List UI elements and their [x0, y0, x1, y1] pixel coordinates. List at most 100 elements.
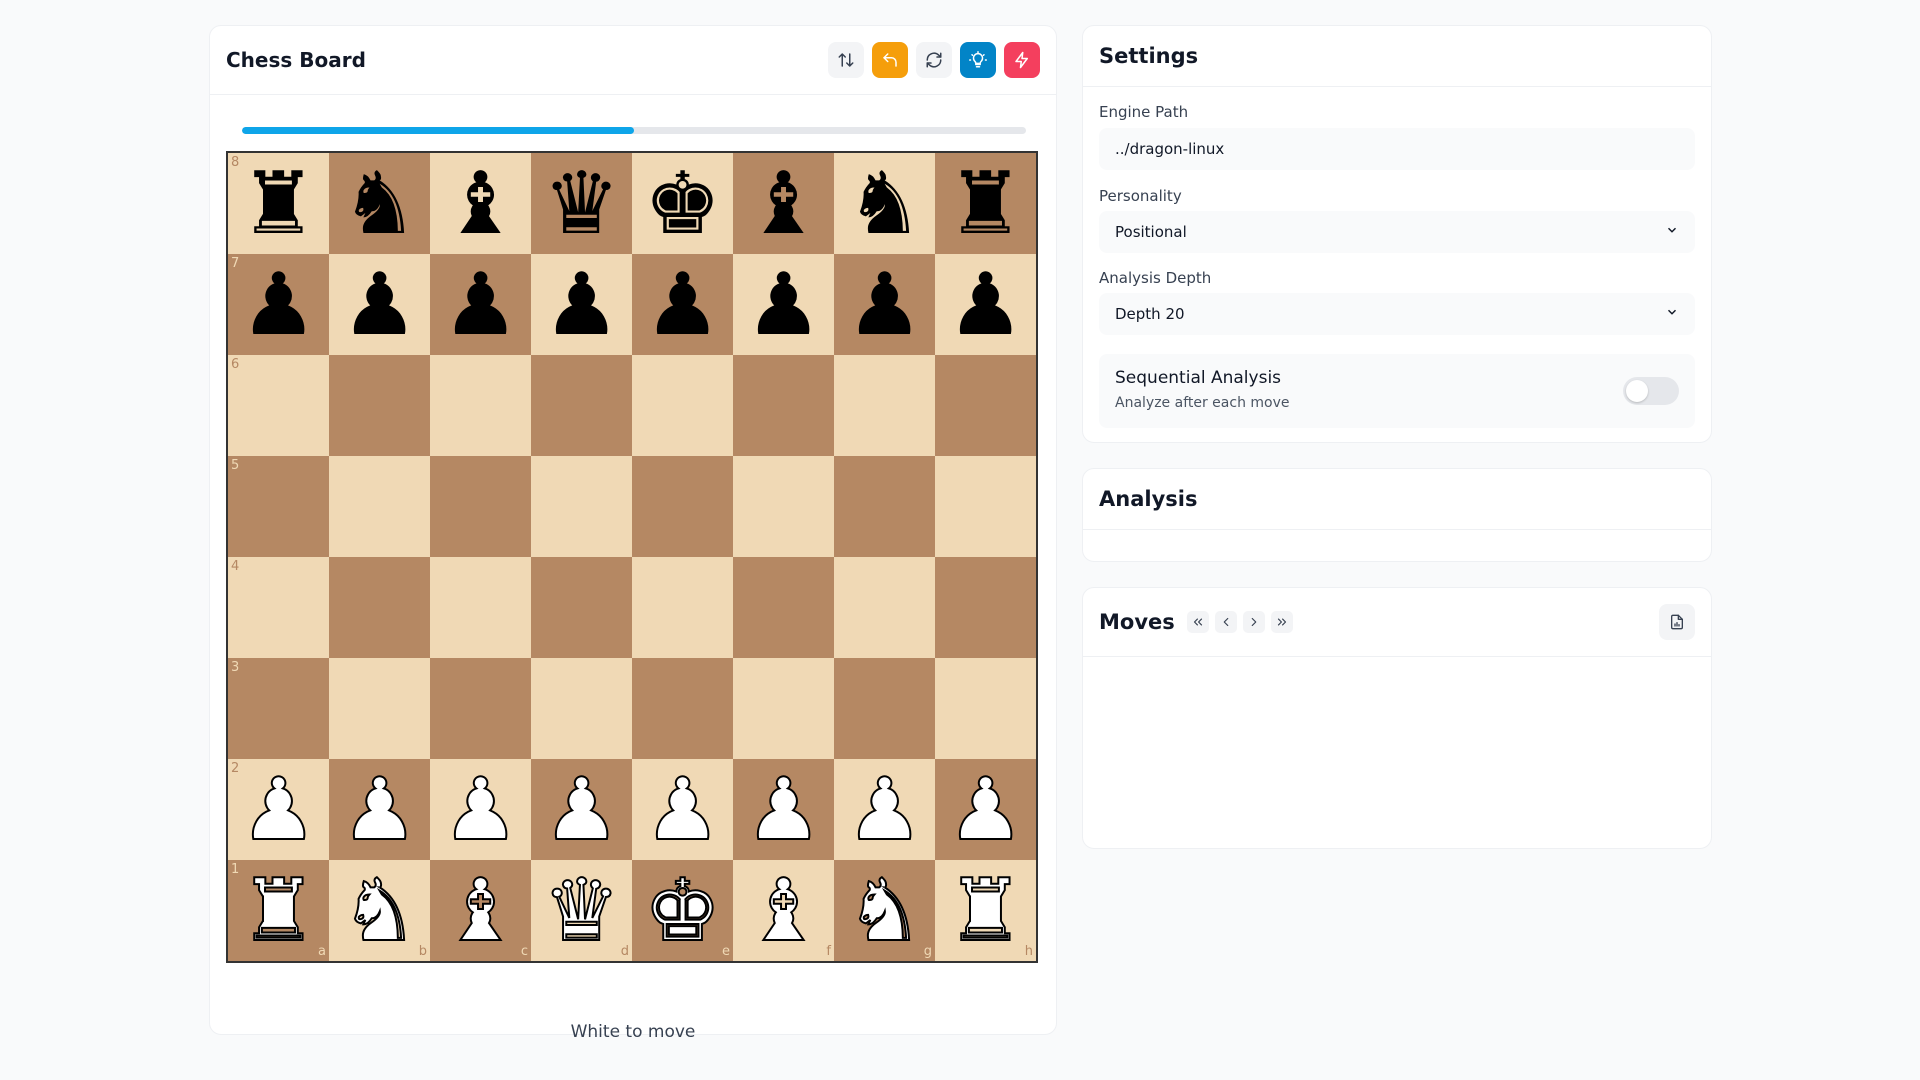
white-pawn[interactable]: ♟ [239, 766, 318, 854]
next-move-button[interactable] [1242, 611, 1265, 633]
undo-button[interactable] [872, 42, 908, 78]
square-f1[interactable]: ♝ f [733, 860, 834, 961]
square-g7[interactable]: ♟ [834, 254, 935, 355]
square-a1[interactable]: ♜ 1 a [228, 860, 329, 961]
square-b7[interactable]: ♟ [329, 254, 430, 355]
square-g3[interactable] [834, 658, 935, 759]
square-g6[interactable] [834, 355, 935, 456]
white-rook[interactable]: ♜ [946, 867, 1025, 955]
white-knight[interactable]: ♞ [340, 867, 419, 955]
square-f7[interactable]: ♟ [733, 254, 834, 355]
square-e3[interactable] [632, 658, 733, 759]
square-d1[interactable]: ♛ d [531, 860, 632, 961]
square-b3[interactable] [329, 658, 430, 759]
square-f8[interactable]: ♝ [733, 153, 834, 254]
square-d8[interactable]: ♛ [531, 153, 632, 254]
square-d6[interactable] [531, 355, 632, 456]
square-g8[interactable]: ♞ [834, 153, 935, 254]
black-queen[interactable]: ♛ [543, 161, 620, 247]
square-d5[interactable] [531, 456, 632, 557]
white-king[interactable]: ♚ [643, 867, 722, 955]
square-e6[interactable] [632, 355, 733, 456]
black-pawn[interactable]: ♟ [947, 262, 1024, 348]
square-h3[interactable] [935, 658, 1036, 759]
square-a2[interactable]: ♟ 2 [228, 759, 329, 860]
square-f3[interactable] [733, 658, 834, 759]
square-b6[interactable] [329, 355, 430, 456]
square-h7[interactable]: ♟ [935, 254, 1036, 355]
black-pawn[interactable]: ♟ [644, 262, 721, 348]
white-knight[interactable]: ♞ [845, 867, 924, 955]
square-e7[interactable]: ♟ [632, 254, 733, 355]
white-bishop[interactable]: ♝ [441, 867, 520, 955]
first-move-button[interactable] [1186, 611, 1209, 633]
square-f4[interactable] [733, 557, 834, 658]
square-c6[interactable] [430, 355, 531, 456]
square-d3[interactable] [531, 658, 632, 759]
square-a3[interactable]: 3 [228, 658, 329, 759]
white-pawn[interactable]: ♟ [441, 766, 520, 854]
square-c4[interactable] [430, 557, 531, 658]
square-b4[interactable] [329, 557, 430, 658]
square-a7[interactable]: ♟ 7 [228, 254, 329, 355]
white-pawn[interactable]: ♟ [946, 766, 1025, 854]
white-pawn[interactable]: ♟ [542, 766, 621, 854]
square-h4[interactable] [935, 557, 1036, 658]
square-b5[interactable] [329, 456, 430, 557]
square-g2[interactable]: ♟ [834, 759, 935, 860]
personality-select[interactable]: Positional [1099, 211, 1695, 253]
square-a6[interactable]: 6 [228, 355, 329, 456]
export-pgn-button[interactable] [1659, 604, 1695, 640]
black-pawn[interactable]: ♟ [543, 262, 620, 348]
square-b1[interactable]: ♞ b [329, 860, 430, 961]
square-g4[interactable] [834, 557, 935, 658]
square-a8[interactable]: ♜ 8 [228, 153, 329, 254]
last-move-button[interactable] [1270, 611, 1293, 633]
square-e8[interactable]: ♚ [632, 153, 733, 254]
white-pawn[interactable]: ♟ [845, 766, 924, 854]
square-c2[interactable]: ♟ [430, 759, 531, 860]
white-pawn[interactable]: ♟ [340, 766, 419, 854]
square-a4[interactable]: 4 [228, 557, 329, 658]
best-move-button[interactable] [1004, 42, 1040, 78]
square-a5[interactable]: 5 [228, 456, 329, 557]
square-h8[interactable]: ♜ [935, 153, 1036, 254]
square-d7[interactable]: ♟ [531, 254, 632, 355]
white-pawn[interactable]: ♟ [744, 766, 823, 854]
black-pawn[interactable]: ♟ [442, 262, 519, 348]
square-f2[interactable]: ♟ [733, 759, 834, 860]
black-pawn[interactable]: ♟ [846, 262, 923, 348]
black-knight[interactable]: ♞ [846, 161, 923, 247]
square-d2[interactable]: ♟ [531, 759, 632, 860]
square-f5[interactable] [733, 456, 834, 557]
square-c7[interactable]: ♟ [430, 254, 531, 355]
white-pawn[interactable]: ♟ [643, 766, 722, 854]
square-c1[interactable]: ♝ c [430, 860, 531, 961]
square-c8[interactable]: ♝ [430, 153, 531, 254]
black-rook[interactable]: ♜ [947, 161, 1024, 247]
black-pawn[interactable]: ♟ [745, 262, 822, 348]
square-f6[interactable] [733, 355, 834, 456]
black-knight[interactable]: ♞ [341, 161, 418, 247]
black-pawn[interactable]: ♟ [240, 262, 317, 348]
flip-board-button[interactable] [828, 42, 864, 78]
square-h6[interactable] [935, 355, 1036, 456]
square-h5[interactable] [935, 456, 1036, 557]
white-rook[interactable]: ♜ [239, 867, 318, 955]
black-king[interactable]: ♚ [644, 161, 721, 247]
square-b8[interactable]: ♞ [329, 153, 430, 254]
square-c3[interactable] [430, 658, 531, 759]
reset-button[interactable] [916, 42, 952, 78]
black-rook[interactable]: ♜ [240, 161, 317, 247]
black-pawn[interactable]: ♟ [341, 262, 418, 348]
square-h1[interactable]: ♜ h [935, 860, 1036, 961]
analysis-depth-select[interactable]: Depth 20 [1099, 293, 1695, 335]
chess-board[interactable]: ♜ 8 ♞ ♝ ♛ ♚ ♝ ♞ ♜ ♟ 7 ♟ ♟ ♟ ♟ ♟ ♟ ♟ 6 5 4 3 ♟ 2 ♟ ♟ ♟ ♟ ♟ ♟ ♟ ♜ 1 a ♞ b ♝ c ♛ d… [226, 151, 1038, 963]
square-c5[interactable] [430, 456, 531, 557]
hint-button[interactable] [960, 42, 996, 78]
square-d4[interactable] [531, 557, 632, 658]
square-b2[interactable]: ♟ [329, 759, 430, 860]
black-bishop[interactable]: ♝ [745, 161, 822, 247]
square-e4[interactable] [632, 557, 733, 658]
white-bishop[interactable]: ♝ [744, 867, 823, 955]
